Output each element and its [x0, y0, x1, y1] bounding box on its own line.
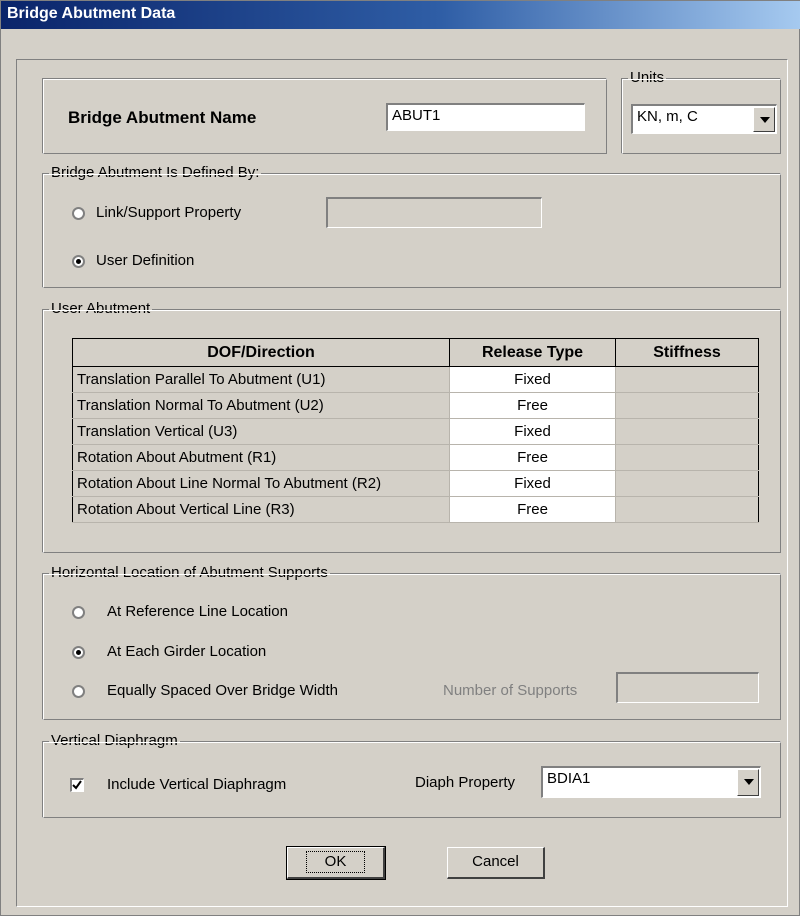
dof-table: DOF/Direction Release Type Stiffness Tra… — [72, 338, 759, 523]
release-type-cell[interactable]: Fixed — [449, 418, 616, 445]
user-abutment-legend: User Abutment — [49, 300, 153, 317]
chevron-down-icon — [760, 117, 770, 123]
column-header-stiffness: Stiffness — [615, 338, 759, 367]
cancel-button[interactable]: Cancel — [447, 847, 545, 879]
radio-selected-dot — [76, 259, 81, 264]
dof-cell: Rotation About Line Normal To Abutment (… — [72, 470, 450, 497]
units-select[interactable]: KN, m, C — [631, 104, 777, 134]
table-row: Rotation About Abutment (R1) Free — [72, 444, 759, 471]
stiffness-cell — [615, 444, 759, 471]
chevron-down-icon — [744, 779, 754, 785]
defined-by-group: Bridge Abutment Is Defined By: — [42, 164, 781, 288]
release-type-cell[interactable]: Free — [449, 496, 616, 523]
link-support-property-label: Link/Support Property — [96, 204, 242, 221]
table-row: Rotation About Line Normal To Abutment (… — [72, 470, 759, 497]
window-title: Bridge Abutment Data — [7, 5, 176, 22]
defined-by-legend: Bridge Abutment Is Defined By: — [49, 164, 262, 181]
radio-selected-dot — [76, 650, 81, 655]
equally-spaced-label: Equally Spaced Over Bridge Width — [107, 682, 338, 699]
stiffness-cell — [615, 392, 759, 419]
dof-cell: Rotation About Vertical Line (R3) — [72, 496, 450, 523]
dof-cell: Translation Vertical (U3) — [72, 418, 450, 445]
diaph-property-select[interactable]: BDIA1 — [541, 766, 761, 798]
table-row: Rotation About Vertical Line (R3) Free — [72, 496, 759, 523]
title-bar[interactable]: Bridge Abutment Data — [1, 1, 800, 29]
radio-each-girder-location[interactable] — [72, 646, 85, 659]
stiffness-cell — [615, 418, 759, 445]
number-of-supports-label: Number of Supports — [443, 682, 578, 699]
units-legend: Units — [628, 69, 667, 86]
user-definition-label: User Definition — [96, 252, 195, 269]
units-select-value: KN, m, C — [637, 108, 698, 125]
radio-user-definition[interactable] — [72, 255, 85, 268]
dof-cell: Translation Parallel To Abutment (U1) — [72, 366, 450, 393]
release-type-cell[interactable]: Fixed — [449, 470, 616, 497]
table-row: Translation Parallel To Abutment (U1) Fi… — [72, 366, 759, 393]
abutment-name-label: Bridge Abutment Name — [68, 108, 257, 127]
dof-cell: Translation Normal To Abutment (U2) — [72, 392, 450, 419]
ok-button[interactable]: OK — [286, 846, 386, 880]
ok-button-label: OK — [305, 851, 366, 873]
reference-line-location-label: At Reference Line Location — [107, 603, 288, 620]
stiffness-cell — [615, 366, 759, 393]
release-type-cell[interactable]: Free — [449, 444, 616, 471]
stiffness-cell — [615, 470, 759, 497]
dialog-window: Bridge Abutment Data Bridge Abutment Nam… — [0, 0, 800, 916]
column-header-dof: DOF/Direction — [72, 338, 450, 367]
diaph-property-label: Diaph Property — [415, 774, 516, 791]
diaph-property-value: BDIA1 — [547, 770, 591, 787]
radio-link-support-property[interactable] — [72, 207, 85, 220]
radio-reference-line-location[interactable] — [72, 606, 85, 619]
table-row: Translation Normal To Abutment (U2) Free — [72, 392, 759, 419]
release-type-cell[interactable]: Fixed — [449, 366, 616, 393]
checkmark-icon — [72, 780, 82, 790]
table-row: Translation Vertical (U3) Fixed — [72, 418, 759, 445]
vertical-diaphragm-legend: Vertical Diaphragm — [49, 732, 180, 749]
units-dropdown-button[interactable] — [753, 107, 775, 132]
each-girder-location-label: At Each Girder Location — [107, 643, 267, 660]
number-of-supports-field — [616, 672, 759, 703]
include-vertical-diaphragm-label: Include Vertical Diaphragm — [107, 776, 287, 793]
dof-cell: Rotation About Abutment (R1) — [72, 444, 450, 471]
abutment-name-input[interactable]: ABUT1 — [386, 103, 585, 131]
column-header-release-type: Release Type — [449, 338, 616, 367]
radio-equally-spaced[interactable] — [72, 685, 85, 698]
include-vertical-diaphragm-checkbox[interactable] — [70, 778, 84, 792]
link-support-property-field — [326, 197, 542, 228]
table-header-row: DOF/Direction Release Type Stiffness — [72, 338, 759, 367]
diaph-property-dropdown-button[interactable] — [737, 769, 759, 796]
stiffness-cell — [615, 496, 759, 523]
horizontal-location-legend: Horizontal Location of Abutment Supports — [49, 564, 330, 581]
release-type-cell[interactable]: Free — [449, 392, 616, 419]
